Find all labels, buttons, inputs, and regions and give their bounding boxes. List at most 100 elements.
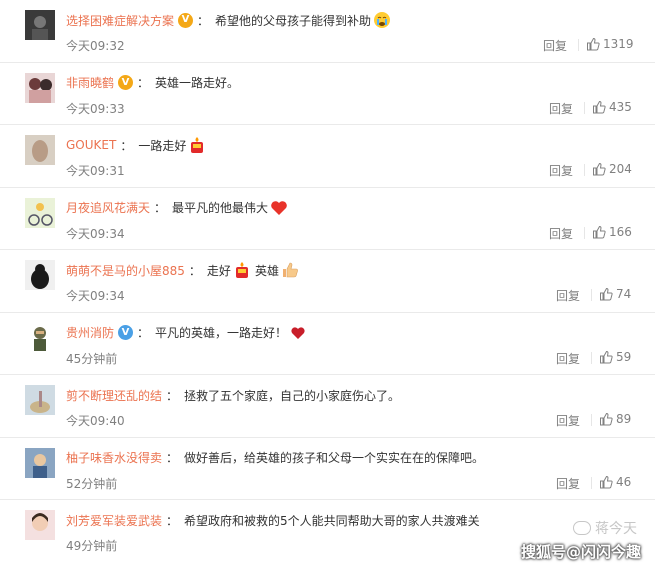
comment-item: 萌萌不是马的小屋885： 走好 英雄今天09:34 回复 74 (0, 250, 655, 313)
comment-line: 柚子味香水没得卖 ： 做好善后，给英雄的孩子和父母一个实实在在的保障吧。 (66, 448, 484, 468)
username-link[interactable]: 选择困难症解决方案 (66, 12, 174, 29)
comment-item: 月夜追风花满天 ： 最平凡的他最伟大今天09:34 回复 166 (0, 188, 655, 250)
comment-time: 52分钟前 (66, 476, 118, 491)
candle-emoji-icon (188, 136, 206, 154)
colon-separator: ： (154, 201, 167, 215)
reply-button[interactable]: 回复 (556, 475, 580, 492)
username-link[interactable]: 刘芳爱军装爱武装 (66, 512, 162, 529)
comment-text-2: 英雄 (254, 263, 279, 278)
comment-text: 英雄一路走好。 (155, 76, 240, 90)
comment-text: 平凡的英雄，一路走好！ (155, 326, 288, 340)
action-divider (584, 226, 585, 239)
avatar[interactable] (25, 322, 55, 353)
like-count: 204 (609, 162, 632, 176)
reply-button[interactable]: 回复 (543, 37, 567, 54)
reply-button[interactable]: 回复 (556, 350, 580, 367)
like-button[interactable]: 1319 (586, 37, 634, 51)
colon-separator: ： (166, 388, 179, 403)
watermark-sub-text: 蒋今天 (595, 521, 637, 537)
reply-button[interactable]: 回复 (549, 162, 573, 179)
heart-small-emoji-icon (289, 324, 307, 342)
like-button[interactable]: 89 (599, 412, 631, 426)
comment-text: 最平凡的他最伟大 (172, 201, 269, 215)
verified-badge-icon: V (118, 325, 134, 340)
watermark-main: 搜狐号@闪闪今趣 (520, 543, 641, 561)
username-link[interactable]: 贵州消防 (66, 324, 114, 341)
comment-line: 剪不断理还乱的结 ： 拯救了五个家庭，自己的小家庭伤心了。 (66, 385, 400, 405)
like-button[interactable]: 435 (592, 100, 632, 114)
comment-text: 希望他的父母孩子能得到补助 (215, 13, 372, 28)
avatar[interactable] (25, 10, 55, 40)
reply-button[interactable]: 回复 (556, 412, 580, 429)
crying-emoji-icon (373, 11, 391, 29)
username-link[interactable]: 萌萌不是马的小屋885 (66, 262, 185, 279)
comment-line: 萌萌不是马的小屋885： 走好 英雄 (66, 260, 299, 280)
avatar[interactable] (25, 197, 55, 228)
like-button[interactable]: 74 (599, 287, 631, 301)
comment-time: 今天09:31 (66, 164, 125, 178)
thumbs-up-icon (593, 162, 606, 176)
action-divider (591, 476, 592, 489)
like-button[interactable]: 46 (599, 475, 631, 489)
watermark-sub: 蒋今天 (573, 518, 637, 538)
reply-button[interactable]: 回复 (549, 100, 573, 117)
comment-line: GOUKET ： 一路走好 (66, 135, 206, 155)
thumb-emoji-icon (281, 261, 299, 279)
action-divider (584, 164, 585, 176)
like-count: 74 (616, 287, 632, 301)
comment-time: 今天09:34 (66, 226, 125, 241)
colon-separator: ： (188, 263, 201, 278)
like-count: 1319 (603, 37, 634, 51)
comment-line: 刘芳爱军装爱武装 ： 希望政府和被救的5个人能共同帮助大哥的家人共渡难关 (66, 510, 480, 530)
thumbs-up-icon (587, 37, 600, 51)
action-divider (591, 289, 592, 301)
comment-text: 走好 (206, 263, 231, 278)
action-divider (584, 101, 585, 114)
like-button[interactable]: 204 (592, 162, 632, 176)
thumbs-up-icon (600, 287, 613, 301)
verified-badge-icon: V (178, 12, 194, 28)
username-link[interactable]: 月夜追风花满天 (66, 199, 150, 216)
wechat-logo-icon (573, 521, 591, 535)
thumbs-up-icon (593, 225, 606, 238)
comment-line: 非雨曉鹤 V： 英雄一路走好。 (66, 73, 239, 93)
comment-item: 贵州消防 V： 平凡的英雄，一路走好！ 45分钟前 回复 59 (0, 313, 655, 375)
username-link[interactable]: 柚子味香水没得卖 (66, 449, 162, 466)
candle-emoji-icon (233, 261, 251, 279)
username-link[interactable]: GOUKET (66, 138, 116, 152)
username-link[interactable]: 非雨曉鹤 (66, 74, 114, 91)
colon-separator: ： (166, 451, 179, 465)
avatar[interactable] (25, 260, 55, 290)
comment-time: 今天09:34 (66, 289, 125, 303)
thumbs-up-icon (593, 100, 606, 113)
like-button[interactable]: 166 (592, 225, 632, 239)
username-link[interactable]: 剪不断理还乱的结 (66, 387, 162, 404)
reply-button[interactable]: 回复 (556, 287, 580, 304)
like-count: 89 (616, 412, 632, 426)
comment-text: 拯救了五个家庭，自己的小家庭伤心了。 (184, 388, 401, 403)
thumbs-up-icon (600, 412, 613, 426)
avatar[interactable] (25, 385, 55, 415)
action-divider (591, 351, 592, 364)
avatar[interactable] (25, 135, 55, 165)
avatar[interactable] (25, 447, 55, 478)
action-divider (578, 39, 579, 51)
comment-line: 贵州消防 V： 平凡的英雄，一路走好！ (66, 323, 307, 343)
comment-text: 希望政府和被救的5个人能共同帮助大哥的家人共渡难关 (184, 513, 480, 528)
colon-separator: ： (137, 76, 150, 90)
like-count: 59 (616, 349, 632, 364)
heart-emoji-icon (270, 199, 288, 217)
thumbs-up-icon (600, 350, 613, 363)
like-button[interactable]: 59 (599, 350, 631, 364)
comment-item: GOUKET ： 一路走好 今天09:31 回复 204 (0, 125, 655, 188)
colon-separator: ： (120, 138, 133, 153)
verified-badge-icon: V (118, 75, 134, 90)
comment-item: 非雨曉鹤 V： 英雄一路走好。今天09:33 回复 435 (0, 63, 655, 125)
comment-text: 一路走好 (138, 138, 187, 153)
avatar[interactable] (25, 510, 55, 540)
comment-time: 49分钟前 (66, 539, 118, 553)
avatar[interactable] (25, 72, 55, 103)
comment-time: 今天09:33 (66, 101, 125, 116)
thumbs-up-icon (600, 475, 613, 488)
reply-button[interactable]: 回复 (549, 225, 573, 242)
